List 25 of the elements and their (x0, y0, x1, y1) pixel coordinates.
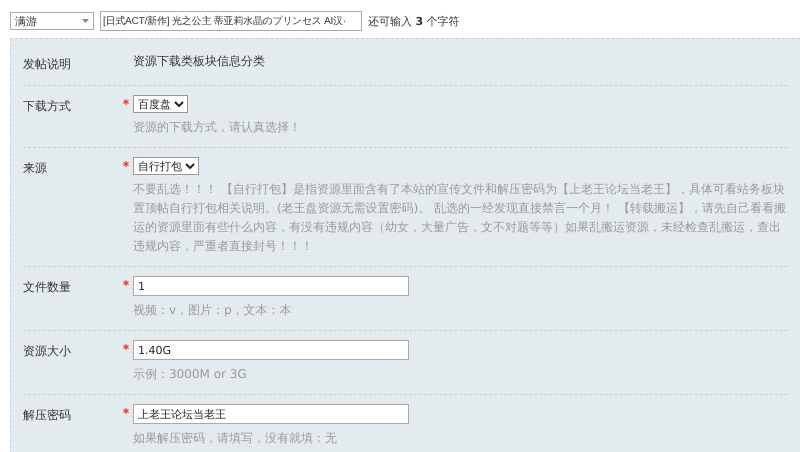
hint-text: 资源的下载方式，请认真选择！ (133, 119, 301, 136)
hint-text: 不要乱选！！！ 【自行打包】是指资源里面含有了本站的宣传文件和解压密码为【上老王论坛当老王】，具体可看站务板块 (133, 181, 786, 198)
hint-text: 示例：3000M or 3G (133, 366, 248, 383)
input-field[interactable]: 1.40G (133, 340, 409, 360)
input-field[interactable]: 1 (133, 276, 409, 296)
hint-text: 运的资源里面有些什么内容，有没有违规内容（幼女，大量广告，文不对题等等）如果乱搬运资源，未经检查乱搬运，查出 (133, 219, 782, 236)
hint-text: 置顶帖自行打包相关说明。(老王盘资源无需设置密码)。 乱选的一经发现直接禁言一个月！ 【转载搬运】，请先自己看看搬 (133, 200, 786, 217)
field-label: 来源 (23, 160, 48, 177)
caret-icon (82, 19, 89, 23)
dropdown[interactable]: 百度盘 (133, 95, 188, 113)
field-label: 发帖说明 (23, 56, 72, 73)
category-select[interactable]: 满游 (10, 12, 94, 30)
category-value: 满游 (15, 14, 37, 28)
input-field[interactable]: 上老王论坛当老王 (133, 404, 409, 424)
dropdown[interactable]: 自行打包 (133, 157, 199, 175)
field-value: 资源下载类板块信息分类 (133, 53, 265, 68)
hint-text: 违规内容，严重者直接封号！！！ (133, 238, 314, 255)
hint-text: 如果解压密码，请填写，没有就填：无 (133, 430, 338, 447)
field-label: 下载方式 (23, 98, 72, 115)
title-field[interactable]: [日式ACT/新作] 光之公主 蒂亚莉水晶のプリンセス AI汉· (100, 11, 362, 31)
hint-text: 视频：v，图片：p，文本：本 (133, 302, 293, 319)
field-label: 文件数量 (23, 279, 72, 296)
remaining-characters-hint: 还可输入 3 个字符 (368, 14, 460, 28)
field-label: 资源大小 (23, 343, 72, 360)
field-label: 解压密码 (23, 407, 72, 424)
